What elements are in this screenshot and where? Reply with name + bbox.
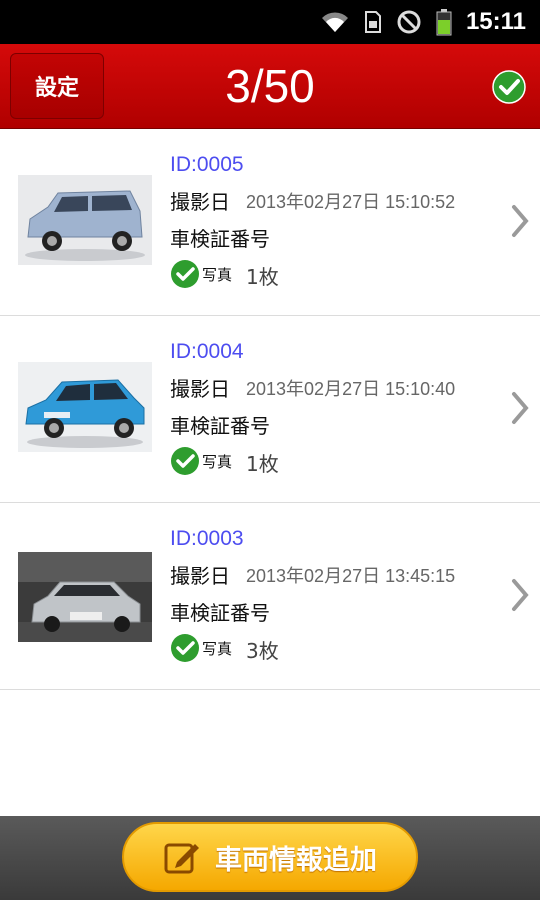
photo-label: 写真 xyxy=(202,266,233,284)
check-icon[interactable] xyxy=(492,70,526,104)
list-item[interactable]: ID:0003 撮影日 2013年02月27日 13:45:15 車検証番号 写… xyxy=(0,503,540,690)
chevron-right-icon xyxy=(512,205,529,237)
check-icon xyxy=(171,447,199,475)
date-label: 撮影日 xyxy=(170,190,230,214)
edit-icon xyxy=(164,843,199,874)
check-icon xyxy=(171,634,199,662)
date-label: 撮影日 xyxy=(170,564,230,588)
sim-card-icon xyxy=(364,10,382,34)
wifi-icon xyxy=(320,10,350,34)
clock: 15:11 xyxy=(465,8,526,35)
car-thumbnail xyxy=(18,552,152,642)
vehicle-list: ID:0005 撮影日 2013年02月27日 15:10:52 車検証番号 写… xyxy=(0,129,540,690)
photo-count: 1枚 xyxy=(246,452,279,476)
entry-id: ID:0003 xyxy=(170,527,244,550)
chevron-right-icon xyxy=(512,392,529,424)
bottom-bar: 車両情報追加 xyxy=(0,816,540,900)
date-value: 2013年02月27日 15:10:52 xyxy=(246,192,456,212)
photo-count: 1枚 xyxy=(246,265,279,289)
car-thumbnail xyxy=(18,175,152,265)
car-thumbnail xyxy=(18,362,152,452)
status-bar: 15:11 xyxy=(0,0,540,44)
registration-label: 車検証番号 xyxy=(170,227,270,251)
check-icon xyxy=(171,260,199,288)
registration-label: 車検証番号 xyxy=(170,414,270,438)
list-item[interactable]: ID:0004 撮影日 2013年02月27日 15:10:40 車検証番号 写… xyxy=(0,316,540,503)
add-vehicle-button[interactable]: 車両情報追加 xyxy=(122,822,418,892)
no-signal-icon xyxy=(396,9,422,35)
registration-label: 車検証番号 xyxy=(170,601,270,625)
battery-icon xyxy=(436,8,452,36)
photo-label: 写真 xyxy=(202,453,233,471)
chevron-right-icon xyxy=(512,579,529,611)
entry-id: ID:0004 xyxy=(170,340,244,363)
list-item[interactable]: ID:0005 撮影日 2013年02月27日 15:10:52 車検証番号 写… xyxy=(0,129,540,316)
date-value: 2013年02月27日 15:10:40 xyxy=(246,379,456,399)
add-vehicle-label: 車両情報追加 xyxy=(215,844,377,876)
date-value: 2013年02月27日 13:45:15 xyxy=(246,566,456,586)
photo-count: 3枚 xyxy=(246,639,279,663)
settings-button[interactable]: 設定 xyxy=(10,53,104,119)
date-label: 撮影日 xyxy=(170,377,230,401)
photo-label: 写真 xyxy=(202,640,233,658)
entry-id: ID:0005 xyxy=(170,153,244,176)
app-header: 3/50 設定 xyxy=(0,44,540,129)
